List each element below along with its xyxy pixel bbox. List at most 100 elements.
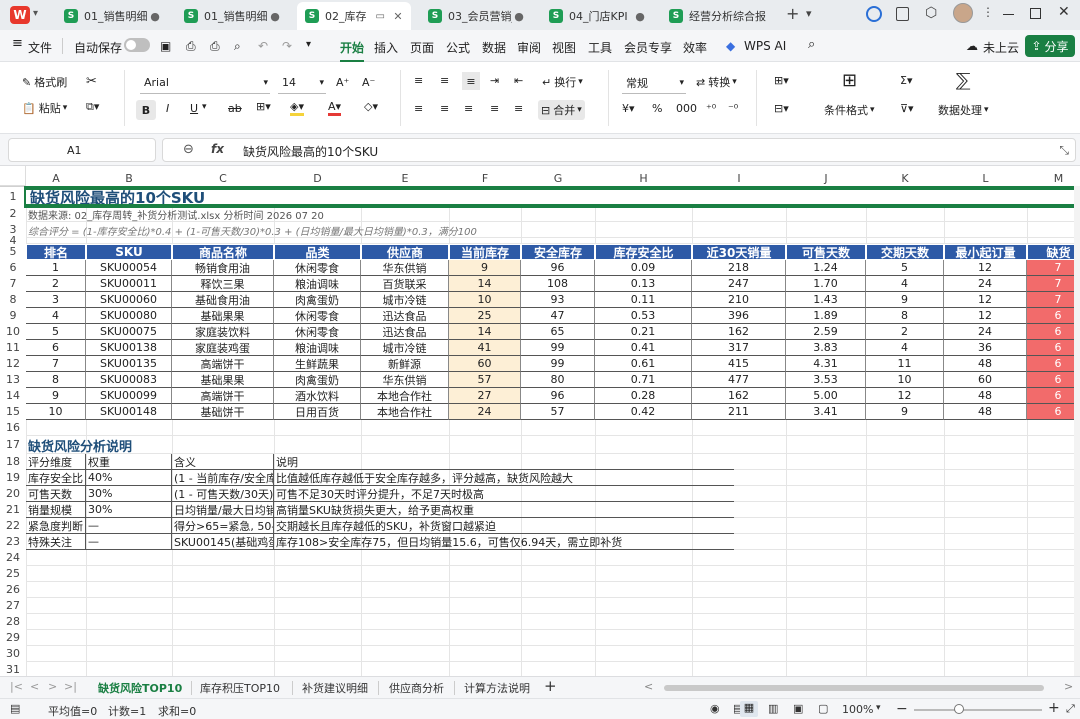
align-center-icon[interactable]: ≡ — [440, 102, 449, 115]
tab-home[interactable]: 开始 — [340, 39, 365, 62]
notes-cell[interactable]: 紧急度判断 — [26, 518, 86, 534]
decrease-font-icon[interactable]: A⁻ — [362, 76, 375, 89]
cloud-status[interactable]: 未上云 — [983, 39, 1019, 56]
row-header[interactable]: 28 — [0, 614, 26, 630]
tab-insert[interactable]: 插入 — [374, 39, 398, 56]
font-color-icon[interactable]: A▾ — [328, 100, 342, 116]
tab-view[interactable]: 视图 — [552, 39, 576, 56]
table-cell[interactable]: 肉禽蛋奶 — [274, 372, 361, 388]
window-tab[interactable]: S 01_销售明细 ● — [56, 2, 168, 30]
align-right-icon[interactable]: ≡ — [464, 102, 473, 115]
paste-button[interactable]: 📋 粘贴 ▾ — [22, 100, 67, 116]
table-cell[interactable]: 9 — [26, 388, 86, 404]
table-cell[interactable]: 7 — [26, 356, 86, 372]
function-icon[interactable]: fx — [211, 142, 224, 156]
table-cell[interactable]: 24 — [944, 276, 1027, 292]
zoom-in-icon[interactable]: + — [1048, 700, 1060, 716]
table-cell[interactable]: 0.61 — [595, 356, 692, 372]
column-header[interactable]: G — [521, 172, 595, 186]
table-cell[interactable]: 华东供销 — [361, 260, 449, 276]
tab-list-icon[interactable]: ▾ — [806, 7, 812, 20]
table-header-cell[interactable]: 商品名称 — [172, 244, 274, 260]
row-header[interactable]: 21 — [0, 502, 26, 518]
table-cell[interactable]: 日用百货 — [274, 404, 361, 420]
tab-formula[interactable]: 公式 — [446, 39, 470, 56]
row-header[interactable]: 10 — [0, 324, 26, 340]
row-header[interactable]: 11 — [0, 340, 26, 356]
table-cell[interactable]: 211 — [692, 404, 786, 420]
column-header[interactable]: A — [26, 172, 86, 186]
table-cell[interactable]: 2.59 — [786, 324, 866, 340]
table-cell[interactable]: 4 — [26, 308, 86, 324]
chevron-down-icon[interactable]: ▾ — [33, 8, 38, 19]
table-header-cell[interactable]: 缺货 — [1027, 244, 1080, 260]
indent-icon[interactable]: ⇥ — [490, 74, 499, 87]
notes-cell[interactable]: 含义 — [172, 454, 274, 470]
table-cell[interactable]: 9 — [866, 404, 944, 420]
table-cell[interactable]: 162 — [692, 388, 786, 404]
column-header[interactable]: K — [866, 172, 944, 186]
table-cell[interactable]: SKU00060 — [86, 292, 172, 308]
table-cell[interactable]: 99 — [521, 340, 595, 356]
increase-font-icon[interactable]: A⁺ — [336, 76, 349, 89]
table-cell[interactable]: 12 — [944, 292, 1027, 308]
table-header-cell[interactable]: 当前库存 — [449, 244, 521, 260]
menu-file[interactable]: 文件 — [28, 39, 52, 56]
table-cell[interactable]: 6 — [1027, 388, 1080, 404]
eye-protection-icon[interactable]: ◉ — [710, 702, 720, 715]
font-select[interactable]: Arial ▾ — [140, 72, 270, 94]
table-cell[interactable]: 96 — [521, 388, 595, 404]
table-cell[interactable]: 0.21 — [595, 324, 692, 340]
cube-icon[interactable]: ⬡ — [925, 5, 937, 21]
normal-view-icon[interactable]: ▦ — [740, 701, 758, 717]
notes-cell[interactable]: 高销量SKU缺货损失更大，给予更高权重 — [274, 502, 734, 518]
close-icon[interactable]: ● — [148, 10, 162, 23]
notes-cell[interactable]: 比值越低库存越低于安全库存越多，评分越高，缺货风险越大 — [274, 470, 734, 486]
number-format-select[interactable]: 常规 ▾ — [622, 72, 686, 94]
window-tab[interactable]: S 01_销售明细 ● — [176, 2, 288, 30]
new-tab-icon[interactable]: + — [786, 4, 799, 23]
table-cell[interactable]: 释饮三果 — [172, 276, 274, 292]
column-header[interactable]: F — [449, 172, 521, 186]
table-cell[interactable]: 60 — [449, 356, 521, 372]
table-cell[interactable]: 高端饼干 — [172, 388, 274, 404]
table-cell[interactable]: 3.41 — [786, 404, 866, 420]
row-header[interactable]: 18 — [0, 454, 26, 470]
thousands-icon[interactable]: 000 — [676, 102, 697, 115]
table-cell[interactable]: 3 — [26, 292, 86, 308]
column-header[interactable]: D — [274, 172, 361, 186]
row-header[interactable]: 14 — [0, 388, 26, 404]
more-icon[interactable]: ⋮ — [982, 5, 994, 19]
notes-cell[interactable]: 权重 — [86, 454, 172, 470]
table-cell[interactable]: 6 — [1027, 324, 1080, 340]
table-header-cell[interactable]: 库存安全比 — [595, 244, 692, 260]
table-header-cell[interactable]: 交期天数 — [866, 244, 944, 260]
table-cell[interactable]: 12 — [944, 308, 1027, 324]
notes-cell[interactable]: 日均销量/最大日均销量 — [172, 502, 274, 518]
table-cell[interactable]: 家庭装鸡蛋 — [172, 340, 274, 356]
page-layout-icon[interactable]: ▥ — [768, 702, 778, 715]
column-header[interactable]: M — [1027, 172, 1080, 186]
format-painter-button[interactable]: ✎ 格式刷 — [22, 74, 67, 90]
table-cell[interactable]: 108 — [521, 276, 595, 292]
table-cell[interactable]: 57 — [521, 404, 595, 420]
table-cell[interactable]: 新鲜源 — [361, 356, 449, 372]
fill-icon[interactable]: ⊟▾ — [774, 102, 789, 115]
data-processing-icon[interactable]: ⅀ — [956, 70, 971, 91]
tab-data[interactable]: 数据 — [482, 39, 506, 56]
data-processing-button[interactable]: 数据处理 ▾ — [938, 102, 989, 118]
bold-button[interactable]: B — [136, 100, 156, 120]
conditional-format-button[interactable]: 条件格式 ▾ — [824, 102, 875, 118]
row-header[interactable]: 7 — [0, 276, 26, 292]
row-header[interactable]: 27 — [0, 598, 26, 614]
row-header[interactable]: 25 — [0, 566, 26, 582]
table-cell[interactable]: 96 — [521, 260, 595, 276]
table-cell[interactable]: 1.89 — [786, 308, 866, 324]
formula-content[interactable]: 缺货风险最高的10个SKU — [243, 143, 378, 160]
print-icon[interactable]: ⎙ — [210, 39, 220, 54]
table-cell[interactable]: 6 — [1027, 308, 1080, 324]
table-cell[interactable]: 2 — [26, 276, 86, 292]
row-header[interactable]: 31 — [0, 662, 26, 676]
maximize-icon[interactable] — [1030, 8, 1041, 19]
last-sheet-icon[interactable]: >| — [64, 680, 77, 693]
